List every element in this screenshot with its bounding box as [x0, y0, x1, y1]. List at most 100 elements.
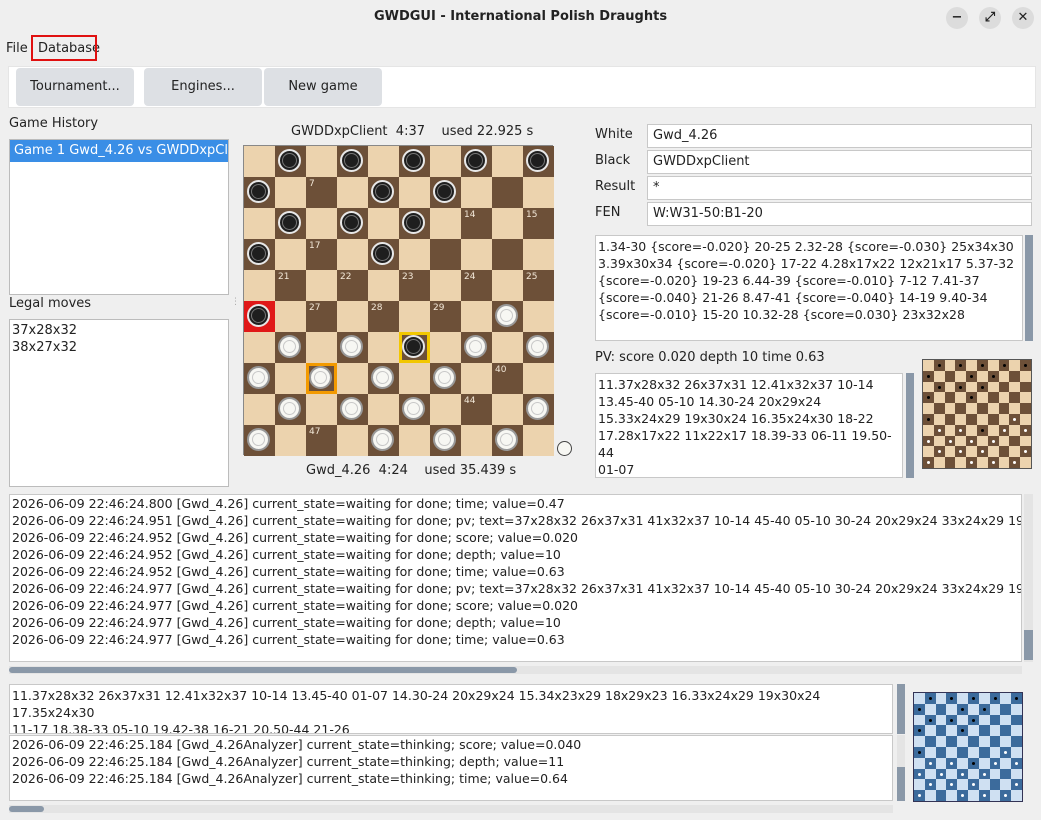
black-man-piece[interactable] — [340, 149, 363, 172]
legal-moves-list[interactable]: 37x28x32 38x27x32 — [9, 319, 229, 487]
board-square-19[interactable] — [430, 239, 461, 270]
black-man-piece[interactable] — [402, 211, 425, 234]
white-man-piece[interactable] — [278, 397, 301, 420]
board-square-40[interactable]: 40 — [492, 363, 523, 394]
board-square-6[interactable] — [244, 177, 275, 208]
engine-log[interactable]: 2026-06-09 22:46:24.800 [Gwd_4.26] curre… — [9, 494, 1022, 662]
board-square-37[interactable] — [306, 363, 337, 394]
black-man-piece[interactable] — [247, 304, 270, 327]
board-square-31[interactable] — [275, 332, 306, 363]
black-man-piece[interactable] — [278, 211, 301, 234]
game-history-list[interactable]: Game 1 Gwd_4.26 vs GWDDxpClient — [9, 139, 229, 295]
analyzer-pv-scrollbar[interactable] — [897, 684, 905, 734]
new-game-button[interactable]: New game — [264, 68, 382, 106]
black-man-piece[interactable] — [402, 335, 425, 358]
board-square-17[interactable]: 17 — [306, 239, 337, 270]
pv-textarea[interactable]: 11.37x28x32 26x37x31 12.41x32x37 10-14 1… — [595, 373, 903, 478]
board-square-7[interactable]: 7 — [306, 177, 337, 208]
analyzer-pv-textarea[interactable]: 11.37x28x32 26x37x31 12.41x32x37 10-14 1… — [9, 684, 893, 734]
board-square-50[interactable] — [492, 425, 523, 456]
board-square-49[interactable] — [430, 425, 461, 456]
fen-field[interactable]: W:W31-50:B1-20 — [647, 202, 1032, 226]
scroll-thumb[interactable] — [897, 684, 905, 734]
board-square-14[interactable]: 14 — [461, 208, 492, 239]
black-man-piece[interactable] — [247, 180, 270, 203]
board-square-21[interactable]: 21 — [275, 270, 306, 301]
board-square-25[interactable]: 25 — [523, 270, 554, 301]
scroll-thumb[interactable] — [897, 767, 905, 801]
white-man-piece[interactable] — [278, 335, 301, 358]
scroll-thumb[interactable] — [1024, 630, 1033, 660]
board-square-42[interactable] — [337, 394, 368, 425]
board-square-38[interactable] — [368, 363, 399, 394]
board-square-16[interactable] — [244, 239, 275, 270]
board-square-47[interactable]: 47 — [306, 425, 337, 456]
black-man-piece[interactable] — [340, 211, 363, 234]
board-square-2[interactable] — [337, 146, 368, 177]
board-square-44[interactable]: 44 — [461, 394, 492, 425]
result-field[interactable]: * — [647, 176, 1032, 200]
white-field[interactable]: Gwd_4.26 — [647, 124, 1032, 148]
analyzer-log-vscroll[interactable] — [897, 735, 905, 801]
white-man-piece[interactable] — [371, 428, 394, 451]
board-square-34[interactable] — [461, 332, 492, 363]
white-man-piece[interactable] — [495, 428, 518, 451]
white-man-piece[interactable] — [464, 335, 487, 358]
black-man-piece[interactable] — [371, 180, 394, 203]
splitter-handle[interactable]: ⋮ — [231, 297, 240, 307]
board-square-41[interactable] — [275, 394, 306, 425]
board-square-43[interactable] — [399, 394, 430, 425]
pv-scrollbar[interactable] — [906, 373, 914, 478]
scroll-thumb[interactable] — [1025, 235, 1033, 341]
white-man-piece[interactable] — [340, 335, 363, 358]
white-man-piece[interactable] — [526, 397, 549, 420]
tournament-button[interactable]: Tournament... — [16, 68, 134, 106]
board-square-48[interactable] — [368, 425, 399, 456]
close-button[interactable]: ✕ — [1012, 7, 1034, 29]
black-man-piece[interactable] — [278, 149, 301, 172]
list-item[interactable]: 38x27x32 — [12, 339, 226, 356]
board-square-28[interactable]: 28 — [368, 301, 399, 332]
board-square-33[interactable] — [399, 332, 430, 363]
board-square-46[interactable] — [244, 425, 275, 456]
black-man-piece[interactable] — [402, 149, 425, 172]
board-square-4[interactable] — [461, 146, 492, 177]
white-man-piece[interactable] — [433, 366, 456, 389]
white-man-piece[interactable] — [247, 428, 270, 451]
analyzer-log[interactable]: 2026-06-09 22:46:25.184 [Gwd_4.26Analyze… — [9, 735, 893, 801]
board-square-29[interactable]: 29 — [430, 301, 461, 332]
moves-textarea[interactable]: 1.34-30 {score=-0.020} 20-25 2.32-28 {sc… — [595, 235, 1023, 341]
board-square-9[interactable] — [430, 177, 461, 208]
board-square-36[interactable] — [244, 363, 275, 394]
analyzer-log-hscroll[interactable] — [9, 805, 893, 813]
board-square-20[interactable] — [492, 239, 523, 270]
engines-button[interactable]: Engines... — [144, 68, 262, 106]
maximize-button[interactable]: ⤢ — [979, 7, 1001, 29]
list-item[interactable]: Game 1 Gwd_4.26 vs GWDDxpClient — [10, 140, 228, 162]
board-square-35[interactable] — [523, 332, 554, 363]
white-man-piece[interactable] — [309, 366, 332, 389]
board-square-18[interactable] — [368, 239, 399, 270]
white-man-piece[interactable] — [526, 335, 549, 358]
board-square-1[interactable] — [275, 146, 306, 177]
board-square-13[interactable] — [399, 208, 430, 239]
black-field[interactable]: GWDDxpClient — [647, 150, 1032, 174]
list-item[interactable]: 37x28x32 — [12, 322, 226, 339]
white-man-piece[interactable] — [340, 397, 363, 420]
white-man-piece[interactable] — [247, 366, 270, 389]
white-man-piece[interactable] — [433, 428, 456, 451]
board-square-12[interactable] — [337, 208, 368, 239]
scroll-thumb[interactable] — [9, 806, 44, 812]
board-square-15[interactable]: 15 — [523, 208, 554, 239]
white-man-piece[interactable] — [371, 366, 394, 389]
engine-log-vscroll[interactable] — [1024, 494, 1033, 662]
white-man-piece[interactable] — [402, 397, 425, 420]
black-man-piece[interactable] — [371, 242, 394, 265]
board-square-26[interactable] — [244, 301, 275, 332]
engine-log-hscroll[interactable] — [9, 666, 1022, 674]
menu-file[interactable]: File — [6, 40, 28, 58]
black-man-piece[interactable] — [247, 242, 270, 265]
draughts-board[interactable]: 7 14 15 17 21 22 23 24 25 27 28 29 40 44 47 — [243, 145, 554, 456]
scroll-thumb[interactable] — [9, 667, 517, 673]
minimize-button[interactable]: − — [946, 7, 968, 29]
